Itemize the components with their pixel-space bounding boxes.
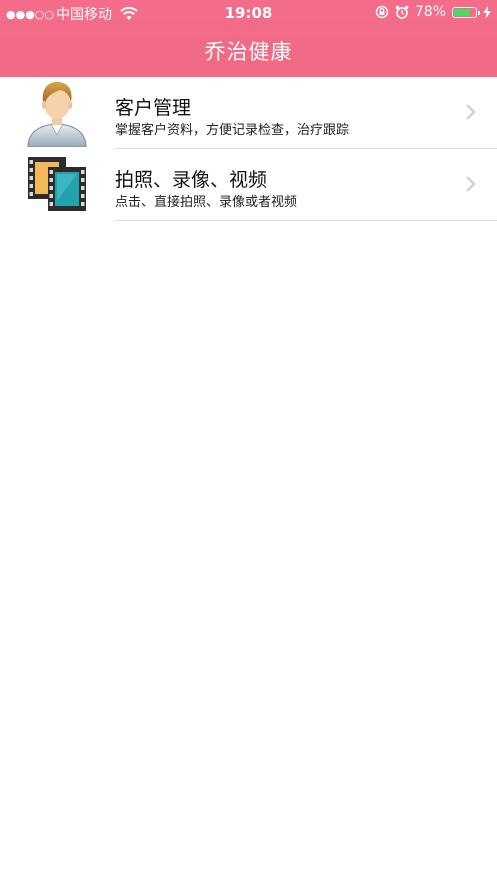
status-bar: ●●●○○ 中国移动 19:08 78% — [0, 0, 497, 26]
alarm-icon — [395, 5, 409, 19]
film-frames-icon — [28, 157, 86, 211]
menu-item-subtitle: 掌握客户资料，方便记录检查，治疗跟踪 — [115, 123, 350, 138]
menu-item-title: 拍照、录像、视频 — [115, 169, 268, 191]
chevron-right-icon — [466, 104, 476, 120]
user-avatar-icon — [27, 81, 87, 147]
menu-item-title: 客户管理 — [115, 97, 192, 119]
page-title: 乔治健康 — [204, 40, 293, 64]
chevron-right-icon — [466, 176, 476, 192]
battery-tip — [478, 10, 480, 15]
battery-level — [454, 8, 470, 16]
menu-item-subtitle: 点击、直接拍照、录像或者视频 — [115, 195, 298, 210]
app-screen: ●●●○○ 中国移动 19:08 78% 乔治健康 客户管理 掌握客户资料，方便… — [0, 0, 497, 883]
battery-percent: 78% — [414, 4, 446, 20]
status-right: 78% — [375, 4, 491, 20]
rotation-lock-icon — [375, 5, 389, 19]
battery-icon — [452, 6, 480, 18]
menu-item-customer-management[interactable]: 客户管理 掌握客户资料，方便记录检查，治疗跟踪 — [27, 77, 497, 149]
menu-item-camera-video[interactable]: 拍照、录像、视频 点击、直接拍照、录像或者视频 — [28, 149, 497, 221]
menu-list: 客户管理 掌握客户资料，方便记录检查，治疗跟踪 拍照、录像、视频 点击、直接拍照… — [0, 77, 497, 221]
header-bar: ●●●○○ 中国移动 19:08 78% 乔治健康 — [0, 0, 497, 77]
charging-icon — [483, 5, 491, 19]
